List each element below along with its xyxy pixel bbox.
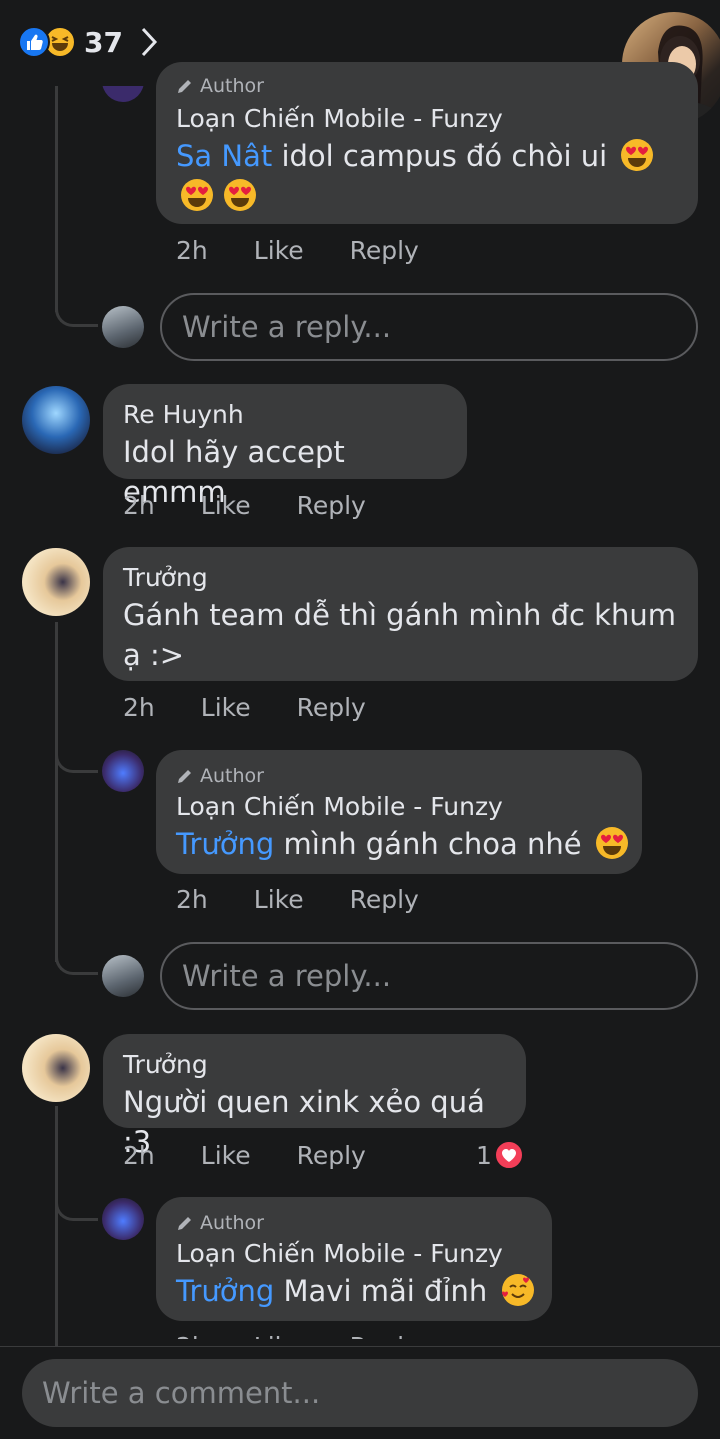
reaction-count: 1 — [476, 1140, 492, 1170]
reply-input[interactable]: Write a reply... — [160, 293, 698, 361]
comment-actions: 2h Like Reply — [176, 885, 465, 914]
pencil-icon — [178, 80, 191, 93]
comment-bubble[interactable]: Author Loạn Chiến Mobile - Funzy Trưởng … — [156, 750, 642, 874]
comment-text: Sa Nât idol campus đó chòi ui — [176, 136, 678, 216]
commenter-avatar[interactable] — [22, 386, 90, 454]
commenter-name[interactable]: Loạn Chiến Mobile - Funzy — [176, 1237, 532, 1271]
reply-input[interactable]: Write a reply... — [160, 942, 698, 1010]
commenter-name[interactable]: Loạn Chiến Mobile - Funzy — [176, 790, 622, 824]
heart-eyes-emoji — [224, 179, 257, 211]
comment-text: Trưởng Mavi mãi đỉnh — [176, 1271, 534, 1311]
pencil-icon — [178, 1217, 191, 1230]
reaction-count: 37 — [84, 25, 123, 59]
user-avatar — [102, 955, 144, 997]
like-button[interactable]: Like — [201, 693, 251, 722]
timestamp: 2h — [123, 693, 155, 722]
heart-icon — [493, 1140, 524, 1170]
comment-bubble[interactable]: Author Loạn Chiến Mobile - Funzy Sa Nât … — [156, 62, 698, 224]
like-button[interactable]: Like — [254, 236, 304, 265]
author-tag: Author — [176, 764, 622, 788]
comment-actions: 2h Like Reply — [123, 693, 412, 722]
comment-actions: 2h Like Reply — [123, 491, 412, 520]
thread-line — [55, 622, 58, 962]
thread-connector — [55, 930, 98, 975]
heart-eyes-emoji — [181, 179, 213, 211]
like-button[interactable]: Like — [201, 491, 251, 520]
timestamp: 2h — [176, 885, 208, 914]
author-avatar[interactable] — [102, 1198, 144, 1240]
reply-button[interactable]: Reply — [297, 491, 366, 520]
author-tag: Author — [176, 74, 678, 98]
thread-connector — [55, 280, 98, 327]
timestamp: 2h — [123, 491, 155, 520]
like-button[interactable]: Like — [201, 1141, 251, 1170]
reply-button[interactable]: Reply — [350, 885, 419, 914]
like-button[interactable]: Like — [254, 885, 304, 914]
comment-composer-bar: Write a comment... — [0, 1346, 720, 1439]
thread-line — [55, 1106, 58, 1346]
reply-button[interactable]: Reply — [350, 236, 419, 265]
commenter-name[interactable]: Loạn Chiến Mobile - Funzy — [176, 102, 678, 136]
pencil-icon — [178, 770, 191, 783]
commenter-name[interactable]: Re Huynh — [123, 398, 447, 432]
commenter-name[interactable]: Trưởng — [123, 1048, 506, 1082]
thread-connector — [55, 1178, 98, 1221]
commenter-avatar[interactable] — [22, 548, 90, 616]
mention-link[interactable]: Trưởng — [176, 827, 274, 861]
reactions-summary[interactable]: 37 — [18, 22, 161, 62]
comment-reactions[interactable]: 1 — [476, 1140, 524, 1170]
timestamp: 2h — [123, 1141, 155, 1170]
like-icon — [18, 26, 50, 58]
smiling-hearts-emoji — [501, 1274, 534, 1306]
author-avatar — [102, 86, 144, 102]
user-avatar — [102, 306, 144, 348]
mention-link[interactable]: Sa Nât — [176, 139, 272, 173]
comment-actions: 2h Like Reply — [123, 1141, 412, 1170]
chevron-right-icon[interactable] — [137, 25, 161, 59]
comment-text: Trưởng mình gánh choa nhé — [176, 824, 628, 864]
comment-text: Gánh team dễ thì gánh mình đc khum ạ :> — [123, 598, 676, 672]
thread-line — [55, 86, 58, 312]
comment-bubble[interactable]: Author Loạn Chiến Mobile - Funzy Trưởng … — [156, 1197, 552, 1321]
comment-bubble[interactable]: Re Huynh Idol hãy accept emmm — [103, 384, 467, 509]
commenter-name[interactable]: Trưởng — [123, 561, 678, 595]
heart-eyes-emoji — [595, 827, 628, 859]
thread-connector — [55, 730, 98, 773]
comment-actions: 2h Like Reply — [176, 236, 465, 265]
author-avatar[interactable] — [102, 750, 144, 792]
mention-link[interactable]: Trưởng — [176, 1274, 274, 1308]
author-tag: Author — [176, 1211, 532, 1235]
reply-button[interactable]: Reply — [297, 1141, 366, 1170]
reply-button[interactable]: Reply — [297, 693, 366, 722]
comment-input[interactable]: Write a comment... — [22, 1359, 698, 1427]
commenter-avatar[interactable] — [22, 1034, 90, 1102]
comment-bubble[interactable]: Trưởng Gánh team dễ thì gánh mình đc khu… — [103, 547, 698, 681]
timestamp: 2h — [176, 236, 208, 265]
heart-eyes-emoji — [621, 139, 654, 171]
comment-bubble[interactable]: Trưởng Người quen xink xẻo quá :3 — [103, 1034, 526, 1159]
